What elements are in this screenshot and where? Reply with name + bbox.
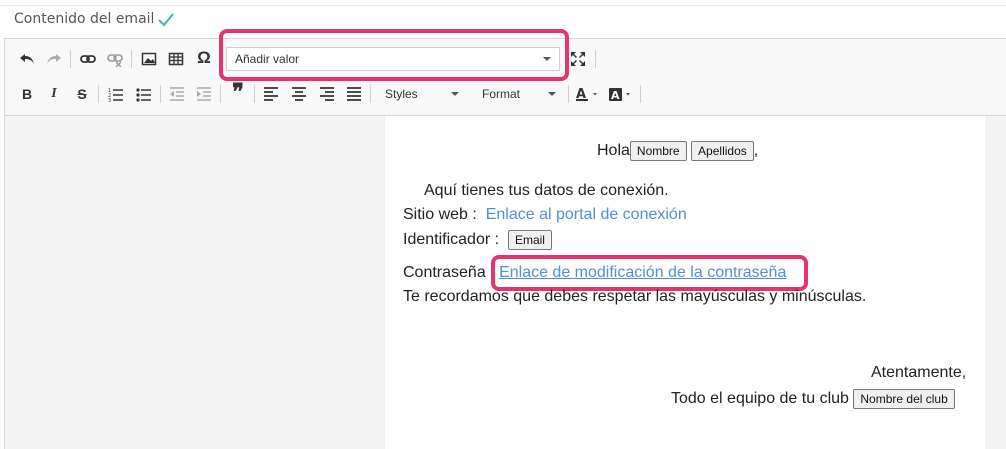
redo-icon <box>47 54 61 64</box>
align-center-icon <box>292 87 306 101</box>
image-button[interactable] <box>138 48 160 70</box>
background-color-button[interactable]: A <box>607 83 635 105</box>
bulleted-list-icon <box>136 88 151 102</box>
toolbar-separator <box>568 85 569 103</box>
site-line: Sitio web : Enlace al portal de conexión <box>403 206 687 224</box>
link-button[interactable] <box>77 48 99 70</box>
table-button[interactable] <box>165 48 187 70</box>
image-icon <box>141 52 157 66</box>
undo-icon <box>20 54 34 64</box>
text-color-button[interactable]: A <box>574 83 602 105</box>
numbered-list-button[interactable]: 123 <box>105 83 127 105</box>
id-label: Identificador : <box>403 231 500 248</box>
signature-text: Todo el equipo de tu club <box>671 390 849 407</box>
styles-label: Styles <box>385 87 418 101</box>
format-dropdown[interactable]: Format <box>474 82 564 106</box>
intro-text: Aquí tienes tus datos de conexión. <box>424 182 669 199</box>
align-right-button[interactable] <box>316 83 338 105</box>
site-label: Sitio web : <box>403 206 477 223</box>
format-label: Format <box>482 87 521 101</box>
field-club-chip[interactable]: Nombre del club <box>853 389 955 409</box>
maximize-icon <box>571 52 585 66</box>
highlight-password-link <box>491 255 808 291</box>
toolbar-separator <box>595 50 596 68</box>
background-color-icon: A <box>609 88 630 102</box>
field-apellidos-chip[interactable]: Apellidos <box>691 141 754 161</box>
bold-button[interactable]: B <box>16 83 38 105</box>
text-color-icon: A <box>576 87 597 102</box>
toolbar-separator <box>131 50 132 68</box>
top-divider <box>0 5 1006 6</box>
editor-margin-right <box>985 116 1006 449</box>
bulleted-list-button[interactable] <box>133 83 155 105</box>
reminder-text: Te recordamos que debes respetar las may… <box>403 288 867 305</box>
caret-down-icon <box>548 92 556 96</box>
indent-icon <box>197 87 211 101</box>
greeting-comma: , <box>753 142 759 159</box>
caret-down-icon <box>451 92 459 96</box>
styles-dropdown[interactable]: Styles <box>377 82 467 106</box>
justify-icon <box>347 87 361 101</box>
toolbar-separator <box>370 85 371 103</box>
toolbar-separator <box>254 85 255 103</box>
site-link[interactable]: Enlace al portal de conexión <box>486 206 687 223</box>
password-label: Contraseña : <box>403 264 495 281</box>
italic-button[interactable]: I <box>43 83 65 105</box>
signature-line: Todo el equipo de tu club Nombre del clu… <box>671 389 955 409</box>
toolbar-separator <box>640 85 641 103</box>
unlink-icon <box>107 54 123 67</box>
undo-button[interactable] <box>16 48 38 70</box>
align-left-button[interactable] <box>260 83 282 105</box>
closing-text: Atentamente, <box>871 364 967 381</box>
maximize-button[interactable] <box>567 48 589 70</box>
id-line: Identificador : Email <box>403 230 552 250</box>
field-nombre-chip[interactable]: Nombre <box>629 141 687 161</box>
align-right-icon <box>320 87 334 101</box>
redo-button[interactable] <box>43 48 65 70</box>
special-char-button[interactable]: Ω <box>193 47 215 69</box>
toolbar-separator <box>220 85 221 103</box>
toolbar-separator <box>160 85 161 103</box>
field-email-chip[interactable]: Email <box>507 230 552 250</box>
editor-margin-left <box>4 116 385 449</box>
outdent-button[interactable] <box>166 83 188 105</box>
toolbar-separator <box>98 85 99 103</box>
link-icon <box>80 55 96 63</box>
blockquote-button[interactable]: ❞ <box>227 79 249 105</box>
highlight-insert-value <box>219 29 569 81</box>
toolbar-separator <box>70 50 71 68</box>
greeting-text: Hola <box>597 142 630 159</box>
table-icon <box>168 52 184 66</box>
outdent-icon <box>170 87 184 101</box>
check-icon <box>158 13 174 27</box>
strike-button[interactable]: S <box>71 83 93 105</box>
svg-text:3: 3 <box>108 98 111 102</box>
numbered-list-icon: 123 <box>108 88 123 102</box>
svg-text:A: A <box>611 89 620 102</box>
greeting-line: Hola Nombre Apellidos, <box>597 141 758 161</box>
unlink-button[interactable] <box>104 48 126 70</box>
indent-button[interactable] <box>193 83 215 105</box>
align-left-icon <box>264 87 278 101</box>
align-center-button[interactable] <box>288 83 310 105</box>
justify-button[interactable] <box>343 83 365 105</box>
section-title: Contenido del email <box>14 11 155 27</box>
